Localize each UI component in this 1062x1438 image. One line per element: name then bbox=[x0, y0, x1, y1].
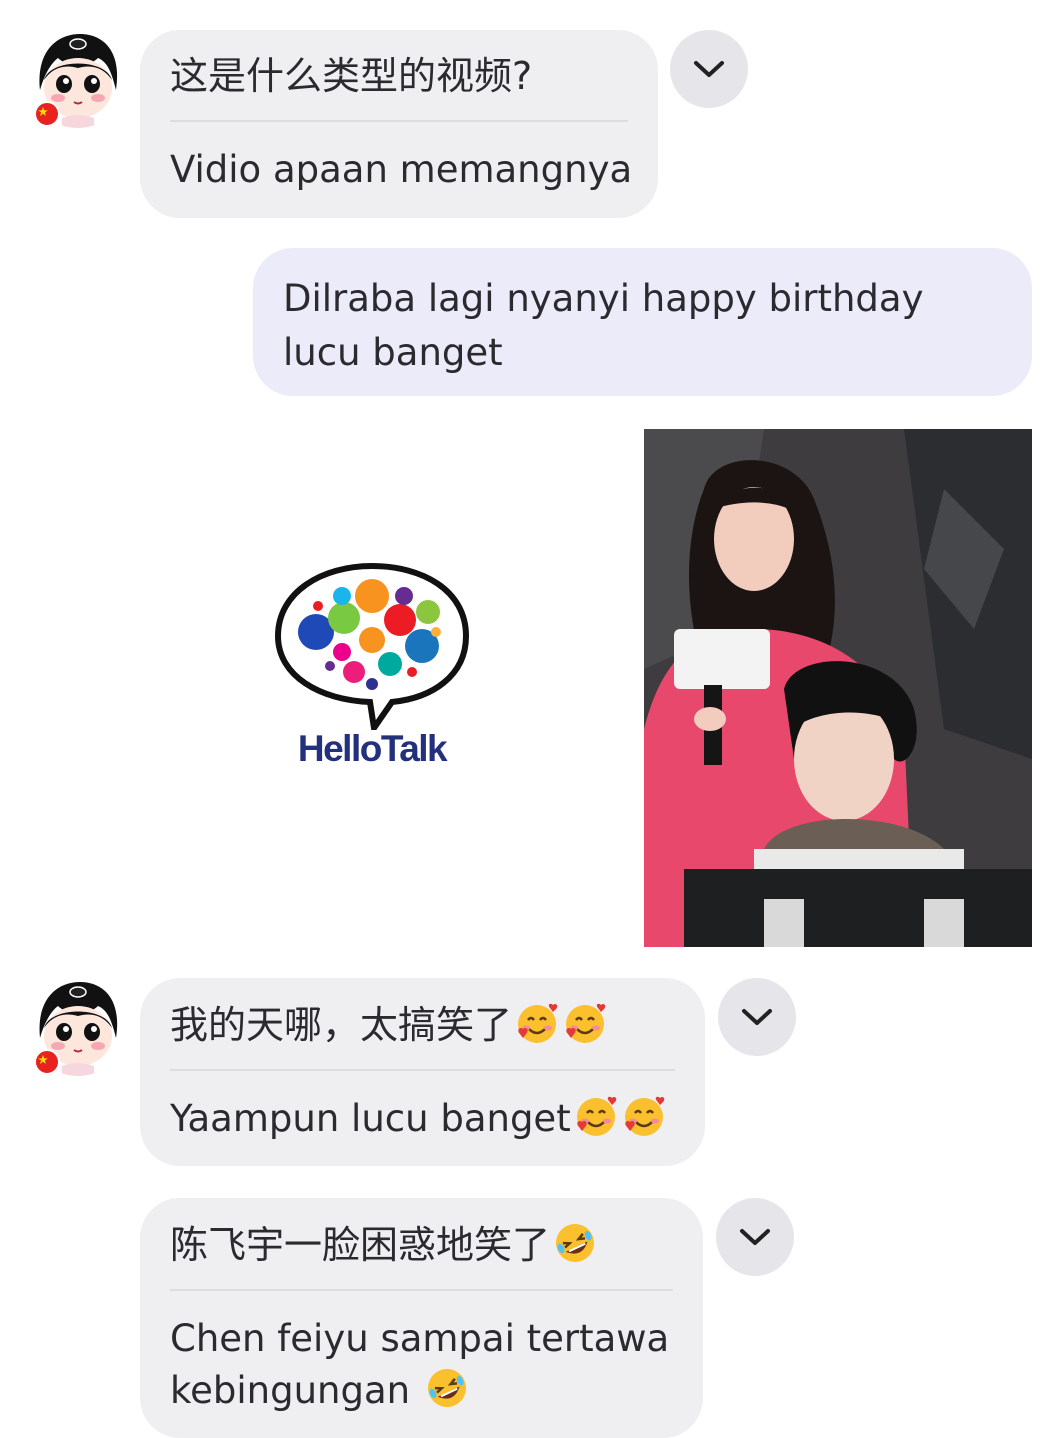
logo-wordmark: HelloTalk bbox=[297, 728, 448, 769]
translated-text-row: Chen feiyu sampai tertawa kebingungan bbox=[170, 1313, 673, 1417]
chevron-down-icon bbox=[742, 1009, 772, 1025]
received-message-bubble[interactable]: 我的天哪，太搞笑了 Yaampun lucu banget bbox=[140, 978, 705, 1166]
translated-text: Vidio apaan memangnya bbox=[170, 148, 633, 191]
received-message-bubble[interactable]: 陈飞宇一脸困惑地笑了 Chen feiyu sampai tertawa keb… bbox=[140, 1198, 703, 1438]
bubble-divider bbox=[170, 120, 628, 122]
china-flag-icon bbox=[34, 101, 60, 127]
smiling-face-with-hearts-icon bbox=[624, 1096, 664, 1136]
translated-text-row: Yaampun lucu banget bbox=[170, 1093, 675, 1145]
sent-text: Dilraba lagi nyanyi happy birthday lucu … bbox=[283, 277, 924, 374]
original-text-row: 陈飞宇一脸困惑地笑了 bbox=[170, 1220, 673, 1269]
received-message-bubble[interactable]: 这是什么类型的视频? Vidio apaan memangnya bbox=[140, 30, 658, 218]
translated-text: Yaampun lucu banget bbox=[170, 1097, 571, 1140]
original-text: 这是什么类型的视频? bbox=[170, 54, 533, 98]
smiling-face-with-hearts-icon bbox=[566, 1003, 606, 1043]
sent-message-bubble[interactable]: Dilraba lagi nyanyi happy birthday lucu … bbox=[253, 248, 1032, 396]
expand-button[interactable] bbox=[718, 978, 796, 1056]
chevron-down-icon bbox=[694, 61, 724, 77]
china-flag-icon bbox=[34, 1049, 60, 1075]
rolling-on-floor-laughing-icon bbox=[556, 1224, 595, 1262]
expand-button[interactable] bbox=[716, 1198, 794, 1276]
shared-photo[interactable] bbox=[644, 429, 1032, 947]
chevron-down-icon bbox=[740, 1229, 770, 1245]
original-text-row: 我的天哪，太搞笑了 bbox=[170, 1000, 675, 1049]
photo-illustration bbox=[644, 429, 1032, 947]
translated-text: Chen feiyu sampai tertawa kebingungan bbox=[170, 1317, 670, 1412]
smiling-face-with-hearts-icon bbox=[576, 1096, 616, 1136]
smiling-face-with-hearts-icon bbox=[518, 1003, 558, 1043]
original-text: 我的天哪，太搞笑了 bbox=[170, 1003, 513, 1047]
hellotalk-logo: HelloTalk bbox=[272, 560, 472, 780]
bubble-divider bbox=[170, 1289, 673, 1291]
original-text: 陈飞宇一脸困惑地笑了 bbox=[170, 1223, 551, 1267]
rolling-on-floor-laughing-icon bbox=[427, 1369, 466, 1407]
bubble-divider bbox=[170, 1069, 675, 1071]
expand-button[interactable] bbox=[670, 30, 748, 108]
speech-bubble-logo-icon bbox=[274, 562, 470, 736]
